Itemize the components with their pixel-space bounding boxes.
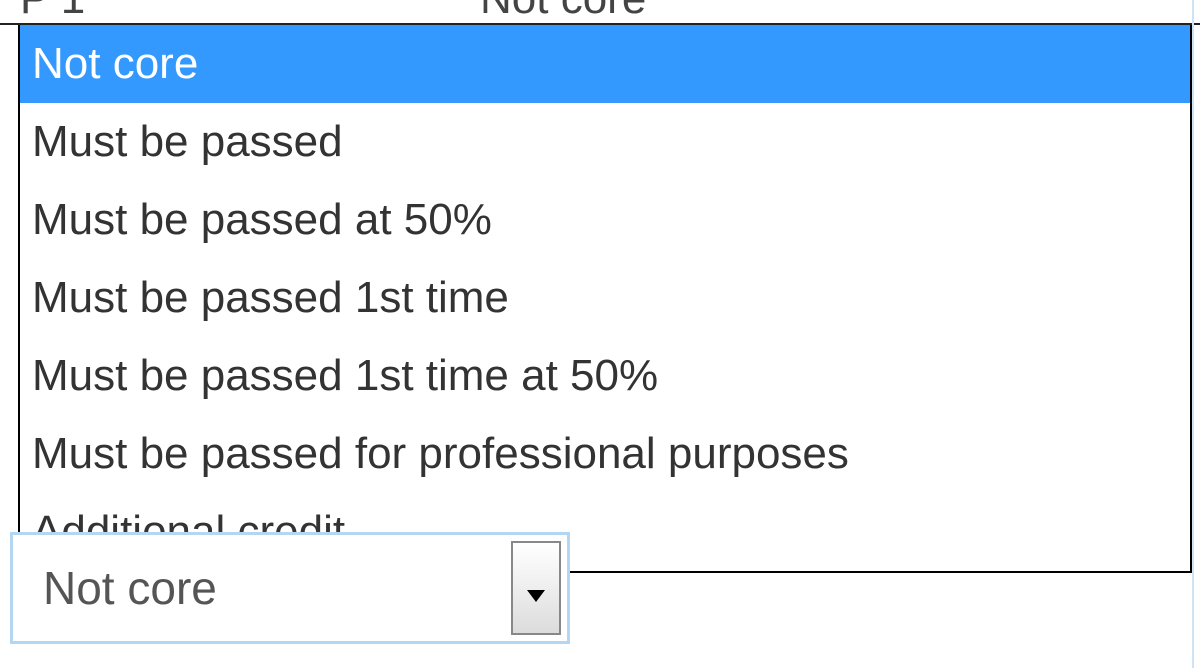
background-row-partial: P 1 Not core	[0, 0, 1200, 25]
dropdown-option-must-be-passed-1st-50[interactable]: Must be passed 1st time at 50%	[20, 337, 1190, 415]
core-status-combobox[interactable]: Not core	[10, 532, 570, 644]
dropdown-option-professional-purposes[interactable]: Must be passed for professional purposes	[20, 415, 1190, 493]
chevron-down-icon	[527, 563, 545, 613]
dropdown-open-list[interactable]: Not core Must be passed Must be passed a…	[18, 25, 1192, 573]
screenshot-region: P 1 Not core Not core Must be passed Mus…	[0, 0, 1200, 668]
background-left-fragment: P 1	[20, 0, 85, 23]
dropdown-option-must-be-passed-1st[interactable]: Must be passed 1st time	[20, 259, 1190, 337]
combobox-selected-value: Not core	[13, 535, 505, 641]
dropdown-option-must-be-passed[interactable]: Must be passed	[20, 103, 1190, 181]
background-right-fragment: Not core	[480, 0, 646, 21]
dropdown-option-not-core[interactable]: Not core	[20, 25, 1190, 103]
dropdown-option-must-be-passed-50[interactable]: Must be passed at 50%	[20, 181, 1190, 259]
right-edge-border	[1192, 0, 1200, 668]
combobox-dropdown-button[interactable]	[511, 541, 561, 635]
